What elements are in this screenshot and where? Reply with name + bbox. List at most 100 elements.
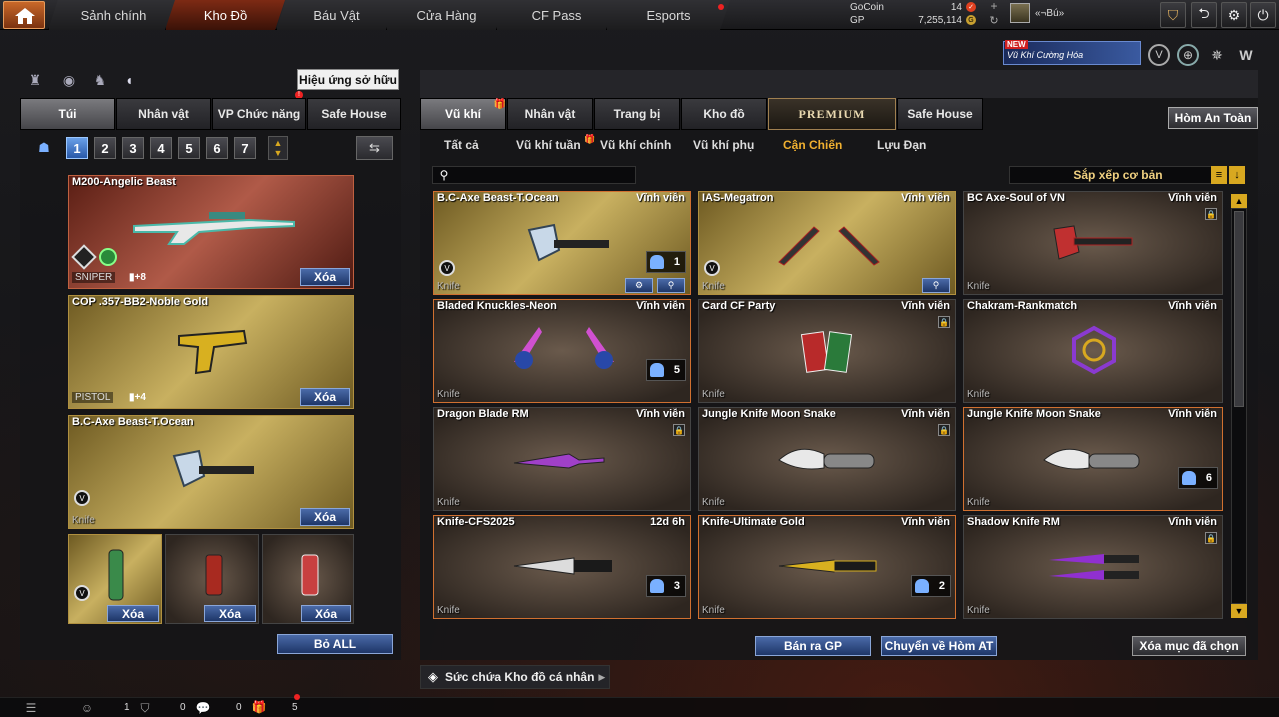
subtab-all[interactable]: Tất cả <box>444 138 479 152</box>
slot-4[interactable]: 4 <box>150 137 172 159</box>
shield-menu-button[interactable]: ⛉ <box>1160 2 1186 28</box>
sell-gp-button[interactable]: Bán ra GP <box>755 636 871 656</box>
arrow-up-icon: ▲ <box>1234 196 1244 206</box>
inventory-item[interactable]: Jungle Knife Moon Snake Vĩnh viễn 🔒 Knif… <box>698 407 956 511</box>
sort-dropdown[interactable]: Sắp xếp cơ bản <box>1009 166 1227 184</box>
equipped-small-card[interactable]: Xóa <box>165 534 259 624</box>
inventory-item[interactable]: Knife-CFS2025 12d 6h 3 Knife <box>433 515 691 619</box>
menu-list-icon[interactable]: ☰ <box>24 701 38 715</box>
back-button[interactable]: ⮌ <box>1191 2 1217 28</box>
nav-inventory[interactable]: Kho Đồ <box>165 0 285 30</box>
equipped-card-sniper[interactable]: M200-Angelic Beast SNIPER ▮+8 Xóa <box>68 175 354 289</box>
slot-7[interactable]: 7 <box>234 137 256 159</box>
inventory-item[interactable]: Dragon Blade RM Vĩnh viễn 🔒 Knife <box>433 407 691 511</box>
inventory-item[interactable]: Card CF Party Vĩnh viễn 🔒 Knife <box>698 299 956 403</box>
mouse-icon[interactable]: ◖ <box>120 71 138 89</box>
slot-sort-stepper[interactable]: ▲ ▼ <box>268 136 288 160</box>
gift-icon[interactable]: 🎁 <box>252 700 267 714</box>
left-tab-safehouse[interactable]: Safe House <box>307 98 401 130</box>
delete-selected-button[interactable]: Xóa mục đã chọn <box>1132 636 1246 656</box>
remove-button[interactable]: Xóa <box>204 605 256 622</box>
subtab-secondary[interactable]: Vũ khí phụ <box>693 138 754 152</box>
item-duration: Vĩnh viễn <box>636 192 685 204</box>
nav-treasure[interactable]: Báu Vật <box>276 0 396 30</box>
inventory-item[interactable]: Shadow Knife RM Vĩnh viễn 🔒 Knife <box>963 515 1223 619</box>
tab-characters[interactable]: Nhân vật <box>507 98 593 130</box>
equipped-small-card[interactable]: V Xóa <box>68 534 162 624</box>
equipped-card-knife[interactable]: B.C-Axe Beast-T.Ocean V Knife Xóa <box>68 415 354 529</box>
inventory-item[interactable]: IAS-Megatron Vĩnh viễn V ⚲ Knife <box>698 191 956 295</box>
search-input[interactable] <box>453 167 633 183</box>
remove-button[interactable]: Xóa <box>107 605 159 622</box>
slot-2[interactable]: 2 <box>94 137 116 159</box>
slot-5[interactable]: 5 <box>178 137 200 159</box>
remove-button[interactable]: Xóa <box>300 268 350 286</box>
eye-icon[interactable]: ◉ <box>60 71 78 89</box>
slot-6[interactable]: 6 <box>206 137 228 159</box>
sort-down-icon[interactable]: ↓ <box>1229 166 1245 184</box>
left-tab-bag[interactable]: Túi <box>20 98 115 130</box>
nav-label: Kho Đồ <box>203 7 248 23</box>
friends-icon[interactable]: ☺ <box>80 701 94 715</box>
inventory-item[interactable]: B.C-Axe Beast-T.Ocean Vĩnh viễn V 1 ⚙ ⚲ … <box>433 191 691 295</box>
inventory-item[interactable]: Chakram-Rankmatch Vĩnh viễn Knife <box>963 299 1223 403</box>
inspect-button[interactable]: ⚲ <box>922 278 950 293</box>
transfer-button[interactable]: ⇆ <box>356 136 393 160</box>
inventory-item[interactable]: BC Axe-Soul of VN Vĩnh viễn 🔒 Knife <box>963 191 1223 295</box>
list-icon[interactable]: ≡ <box>1211 166 1227 184</box>
clan-shield-icon[interactable]: ⛉ <box>138 701 152 715</box>
remove-button[interactable]: Xóa <box>301 605 351 622</box>
search-box[interactable]: ⚲ <box>432 166 636 184</box>
scrollbar-thumb[interactable] <box>1234 211 1244 407</box>
crosshair-icon[interactable]: ⊕ <box>1177 44 1199 66</box>
subtab-primary[interactable]: Vũ khí chính <box>600 138 671 152</box>
capacity-bar[interactable]: ◈ Sức chứa Kho đồ cá nhân ▶ <box>420 665 610 689</box>
inventory-item[interactable]: Knife-Ultimate Gold Vĩnh viễn 2 Knife <box>698 515 956 619</box>
star-badge-icon[interactable]: ✵ <box>1206 44 1228 66</box>
tab-premium[interactable]: PREMIUM <box>768 98 896 130</box>
add-currency-icon[interactable]: + <box>988 0 1000 13</box>
remove-button[interactable]: Xóa <box>300 388 350 406</box>
tab-equipment[interactable]: Trang bị <box>594 98 680 130</box>
subtab-weekly[interactable]: Vũ khí tuần <box>516 138 581 152</box>
move-to-safe-button[interactable]: Chuyển về Hòm AT <box>881 636 997 656</box>
count-value: 5 <box>673 364 680 376</box>
character-icon[interactable]: ♞ <box>91 71 109 89</box>
scrollbar-track[interactable] <box>1231 208 1247 604</box>
tab-storage[interactable]: Kho đồ <box>681 98 767 130</box>
equipped-card-pistol[interactable]: COP .357-BB2-Noble Gold PISTOL ▮+4 Xóa <box>68 295 354 409</box>
home-button[interactable] <box>3 1 45 29</box>
inventory-item[interactable]: Jungle Knife Moon Snake Vĩnh viễn 6 Knif… <box>963 407 1223 511</box>
ownership-effect-button[interactable]: Hiệu ứng sở hữu <box>297 69 399 90</box>
subtab-melee[interactable]: Cận Chiến <box>783 138 842 152</box>
inventory-item[interactable]: Bladed Knuckles-Neon Vĩnh viễn 5 Knife <box>433 299 691 403</box>
nav-shop[interactable]: Cửa Hàng <box>386 0 506 30</box>
left-tab-character[interactable]: Nhân vật <box>116 98 211 130</box>
power-button[interactable]: ⏻ <box>1250 2 1276 28</box>
safe-box-button[interactable]: Hòm An Toàn <box>1168 107 1258 129</box>
refresh-icon[interactable]: ↻ <box>988 14 1000 27</box>
nav-label: Báu Vật <box>313 7 360 23</box>
stats-icon[interactable]: ♜ <box>26 71 44 89</box>
settings-button[interactable]: ⚙ <box>1221 2 1247 28</box>
rank-icon[interactable]: V <box>1148 44 1170 66</box>
scroll-up-button[interactable]: ▲ <box>1231 194 1247 208</box>
promo-banner[interactable]: NEW Vũ Khí Cường Hóa <box>1003 40 1141 65</box>
remove-all-button[interactable]: Bỏ ALL <box>277 634 393 654</box>
equipped-small-card[interactable]: Xóa <box>262 534 354 624</box>
scroll-down-button[interactable]: ▼ <box>1231 604 1247 618</box>
subtab-grenade[interactable]: Lựu Đạn <box>877 138 926 152</box>
tab-safehouse[interactable]: Safe House <box>897 98 983 130</box>
w-logo-icon[interactable]: W <box>1235 44 1257 66</box>
left-tab-functional[interactable]: VP Chức năng <box>212 98 306 130</box>
chat-icon[interactable]: 💬 <box>196 701 211 715</box>
nav-home[interactable]: Sảnh chính <box>48 0 178 30</box>
inspect-button[interactable]: ⚲ <box>657 278 685 293</box>
nav-cf-pass[interactable]: CF Pass <box>496 0 616 30</box>
avatar[interactable] <box>1010 3 1030 23</box>
nav-esports[interactable]: Esports <box>606 0 730 30</box>
slot-1[interactable]: 1 <box>66 137 88 159</box>
remove-button[interactable]: Xóa <box>300 508 350 526</box>
slot-3[interactable]: 3 <box>122 137 144 159</box>
customize-button[interactable]: ⚙ <box>625 278 653 293</box>
